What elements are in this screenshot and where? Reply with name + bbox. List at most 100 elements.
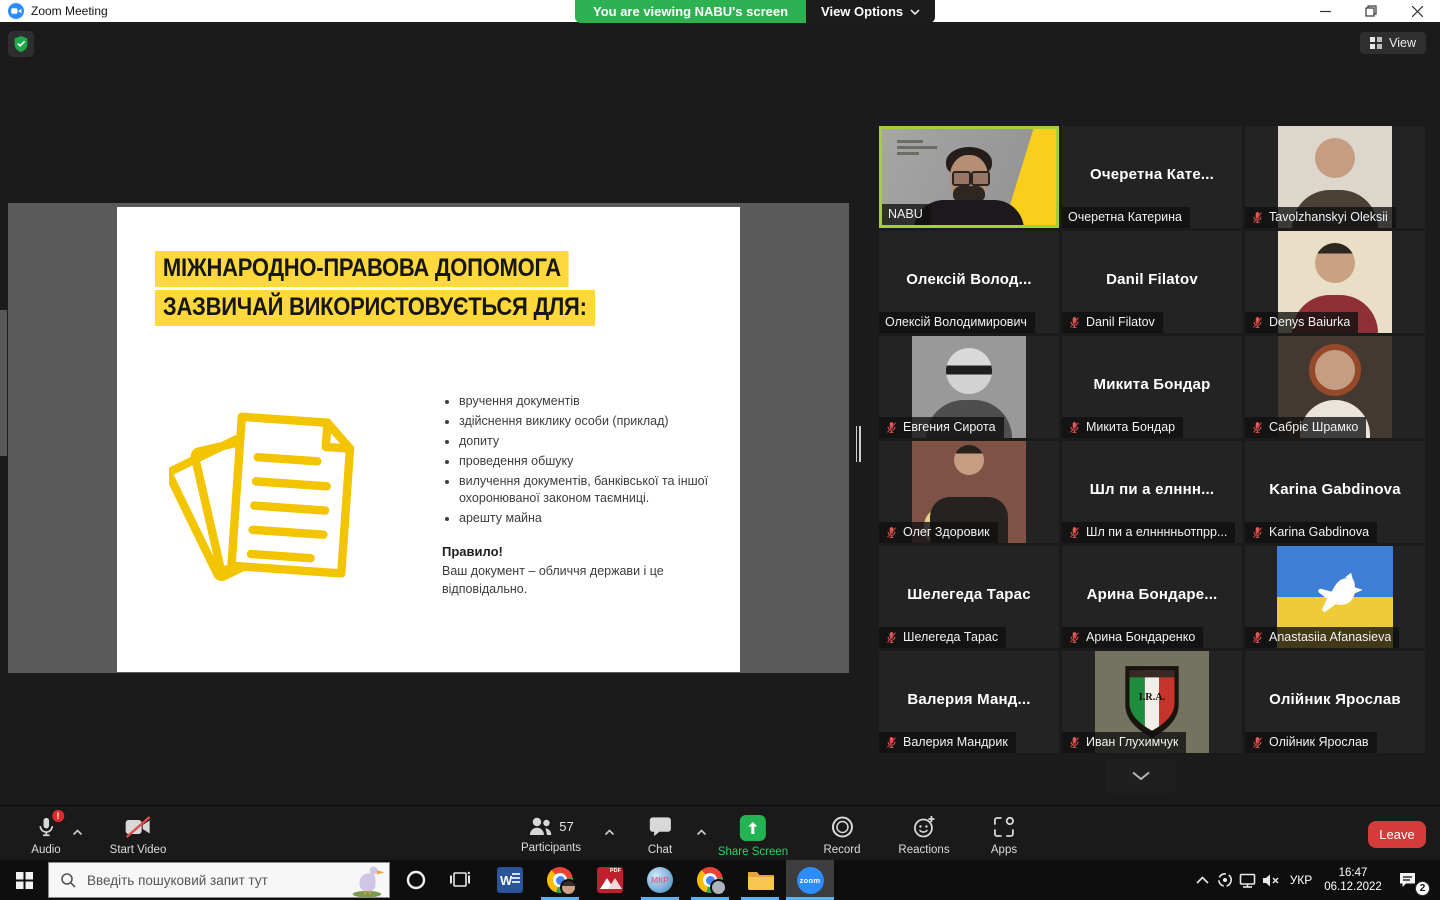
- tray-clock[interactable]: 16:47 06.12.2022: [1320, 860, 1386, 900]
- leave-button[interactable]: Leave: [1368, 821, 1426, 848]
- security-shield-icon: [13, 35, 29, 53]
- participants-grid: NABU Очеретна Кате...Очеретна КатеринаTav…: [879, 126, 1425, 753]
- participant-tile[interactable]: Anastasiia Afanasieva: [1245, 546, 1425, 648]
- audio-options-caret[interactable]: [72, 823, 83, 841]
- participant-name-tag: Сабріє Шрамко: [1245, 417, 1366, 438]
- record-icon: [830, 815, 854, 839]
- participant-tile[interactable]: Микита БондарМикита Бондар: [1062, 336, 1242, 438]
- tray-show-hidden-icons[interactable]: [1190, 860, 1214, 900]
- tray-language[interactable]: УКР: [1284, 860, 1318, 900]
- participant-tile[interactable]: Шелегеда ТарасШелегеда Тарас: [879, 546, 1059, 648]
- participant-tile[interactable]: Karina GabdinovaKarina Gabdinova: [1245, 441, 1425, 543]
- participant-tile[interactable]: Сабріє Шрамко: [1245, 336, 1425, 438]
- participant-name-tag: NABU: [882, 204, 931, 225]
- view-layout-button[interactable]: View: [1360, 32, 1426, 54]
- participant-name-large: Валерия Манд...: [879, 691, 1059, 708]
- muted-mic-icon: [1068, 631, 1081, 644]
- meeting-info-button[interactable]: [8, 31, 34, 57]
- slide-bullet: допиту: [459, 433, 710, 450]
- minimize-button[interactable]: [1302, 0, 1348, 22]
- meeting-stage: View МІЖНАРОДНО-ПРАВОВА ДОПОМОГА ЗАЗВИЧА…: [0, 22, 1440, 805]
- participant-tile[interactable]: Denys Baiurka: [1245, 231, 1425, 333]
- audio-button[interactable]: ! Audio: [31, 815, 60, 856]
- zoom-taskbar-icon: zoom: [797, 867, 824, 894]
- muted-mic-icon: [1068, 421, 1081, 434]
- chevron-down-icon: [910, 9, 920, 15]
- start-button[interactable]: [0, 860, 48, 900]
- share-screen-icon: [740, 815, 766, 841]
- participant-name-tag: Валерия Мандрик: [879, 732, 1016, 753]
- participant-name-tag: Anastasiia Afanasieva: [1245, 627, 1399, 648]
- muted-mic-icon: [1068, 316, 1081, 329]
- participants-options-caret[interactable]: [604, 823, 615, 841]
- participant-tile[interactable]: Danil Filatov Danil Filatov: [1062, 231, 1242, 333]
- slide-rule-block: Правило! Ваш документ – обличчя держави …: [442, 543, 710, 598]
- participant-tile[interactable]: I.R.A.Иван Глухимчук: [1062, 651, 1242, 753]
- chat-button[interactable]: Chat: [648, 815, 672, 856]
- search-input[interactable]: [85, 872, 338, 889]
- muted-mic-icon: [1251, 631, 1264, 644]
- participant-tile[interactable]: Шл пи а елннн...Шл пи а елнннньотпрр...: [1062, 441, 1242, 543]
- taskbar-app-pdf[interactable]: PDF: [586, 860, 634, 900]
- muted-mic-icon: [885, 526, 898, 539]
- chevron-up-icon: [1196, 876, 1209, 884]
- participants-button[interactable]: 57 Participants: [521, 815, 581, 854]
- share-screen-button[interactable]: Share Screen: [718, 815, 788, 858]
- slide-title-line1: МІЖНАРОДНО-ПРАВОВА ДОПОМОГА: [155, 251, 569, 287]
- participant-tile[interactable]: Евгения Сирота: [879, 336, 1059, 438]
- panel-resize-handle[interactable]: [853, 426, 863, 462]
- chat-bubble-icon: [648, 816, 671, 838]
- participant-tile[interactable]: Арина Бондаре...Арина Бондаренко: [1062, 546, 1242, 648]
- tray-meet-now[interactable]: [1214, 860, 1236, 900]
- record-button[interactable]: Record: [823, 815, 860, 856]
- viewing-screen-banner: You are viewing NABU's screen: [575, 0, 806, 23]
- view-options-button[interactable]: View Options: [806, 0, 935, 23]
- reactions-button[interactable]: Reactions: [898, 815, 949, 856]
- participant-name-tag: Евгения Сирота: [879, 417, 1004, 438]
- muted-mic-icon: [885, 631, 898, 644]
- start-video-button[interactable]: Start Video: [110, 815, 167, 856]
- participant-name-tag: Иван Глухимчук: [1062, 732, 1186, 753]
- taskbar-app-chrome-2[interactable]: [686, 860, 734, 900]
- rule-text: Ваш документ – обличчя держави і це відп…: [442, 564, 664, 596]
- taskbar-search[interactable]: [48, 862, 390, 898]
- taskbar-app-explorer[interactable]: [736, 860, 784, 900]
- documents-stack-icon: [169, 395, 369, 591]
- meet-now-icon: [1217, 872, 1233, 888]
- participant-name-tag: Шл пи а елнннньотпрр...: [1062, 522, 1235, 543]
- slide-title-line2: ЗАЗВИЧАЙ ВИКОРИСТОВУЄТЬСЯ ДЛЯ:: [155, 290, 595, 326]
- svg-text:W: W: [500, 873, 513, 888]
- task-view-button[interactable]: [446, 860, 474, 900]
- participant-tile[interactable]: Олексій Волод...Олексій Володимирович: [879, 231, 1059, 333]
- tray-volume-muted[interactable]: [1258, 860, 1284, 900]
- slide-bullet: арешту майна: [459, 510, 710, 527]
- shared-screen-edge: [0, 310, 7, 456]
- participant-tile[interactable]: Tavolzhanskyi Oleksii: [1245, 126, 1425, 228]
- gallery-next-page-button[interactable]: [1106, 759, 1176, 793]
- chrome-profile-avatar: [560, 879, 577, 896]
- apps-button[interactable]: Apps: [991, 815, 1017, 856]
- taskbar-app-chrome-1[interactable]: [536, 860, 584, 900]
- action-center-button[interactable]: 2: [1392, 860, 1422, 900]
- chat-options-caret[interactable]: [696, 823, 707, 841]
- close-button[interactable]: [1394, 0, 1440, 22]
- participant-tile[interactable]: Валерия Манд... Валерия Мандрик: [879, 651, 1059, 753]
- slide-bullet: вручення документів: [459, 393, 710, 410]
- participant-name-tag: Danil Filatov: [1062, 312, 1163, 333]
- taskbar-app-zoom[interactable]: zoom: [786, 860, 834, 900]
- slide-bullet: здійснення виклику особи (приклад): [459, 413, 710, 430]
- participant-name-tag: Denys Baiurka: [1245, 312, 1358, 333]
- cortana-button[interactable]: [402, 860, 430, 900]
- participant-tile[interactable]: Олег Здоровик: [879, 441, 1059, 543]
- taskbar-app-globe[interactable]: МКР: [636, 860, 684, 900]
- participant-tile[interactable]: Олійник ЯрославОлійник Ярослав: [1245, 651, 1425, 753]
- restore-button[interactable]: [1348, 0, 1394, 22]
- participant-name-large: Danil Filatov: [1062, 271, 1242, 288]
- search-icon: [61, 873, 76, 888]
- dove-icon: [1306, 572, 1364, 622]
- participant-tile[interactable]: Очеретна Кате...Очеретна Катерина: [1062, 126, 1242, 228]
- tray-network[interactable]: [1236, 860, 1260, 900]
- slide-bullet: проведення обшуку: [459, 453, 710, 470]
- participant-tile[interactable]: NABU: [879, 126, 1059, 228]
- taskbar-app-word[interactable]: W: [486, 860, 534, 900]
